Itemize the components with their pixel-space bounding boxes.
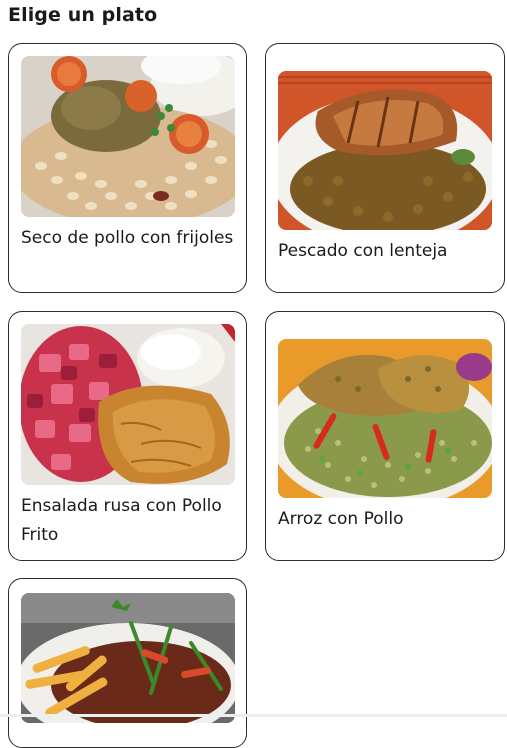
pescado-con-lenteja-image	[278, 71, 492, 230]
dish-name: Ensalada rusa con Pollo Frito	[21, 496, 222, 545]
dish-card-pescado-con-lenteja[interactable]: Pescado con lenteja	[265, 43, 505, 293]
seco-de-pollo-image	[21, 56, 235, 217]
ensalada-rusa-pollo-frito-image	[21, 324, 235, 485]
page-title: Elige un plato	[8, 4, 158, 26]
arroz-con-pollo-image	[278, 339, 492, 498]
dish-name: Seco de pollo con frijoles	[21, 228, 234, 248]
dish-name: Pescado con lenteja	[278, 241, 448, 261]
dish-card-lomo-saltado[interactable]	[8, 578, 247, 748]
dish-name: Arroz con Pollo	[278, 509, 404, 529]
dish-card-ensalada-rusa-pollo-frito[interactable]: Ensalada rusa con Pollo Frito	[8, 311, 247, 561]
dish-card-arroz-con-pollo[interactable]: Arroz con Pollo	[265, 311, 505, 561]
lomo-saltado-image	[21, 593, 235, 723]
dish-card-seco-de-pollo[interactable]: Seco de pollo con frijoles	[8, 43, 247, 293]
